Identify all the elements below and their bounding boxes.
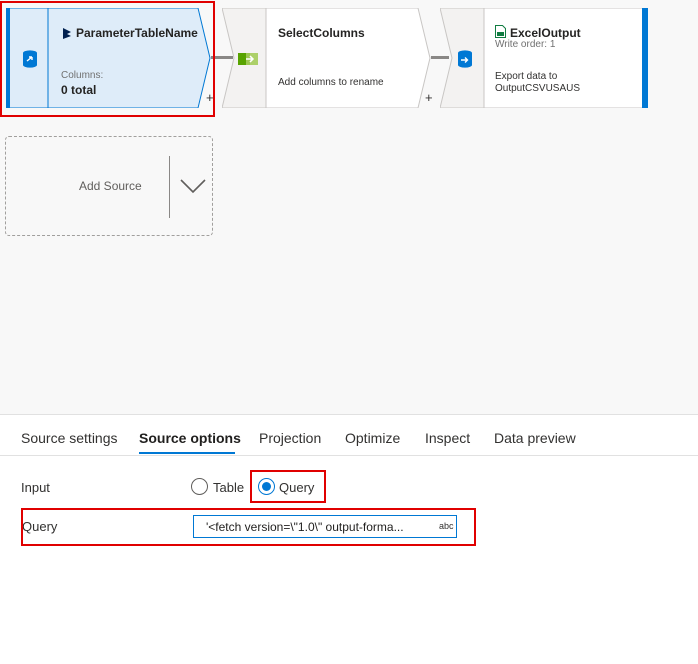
select-node-title: SelectColumns xyxy=(278,26,365,40)
sink-description-line1: Export data to xyxy=(495,71,558,82)
excel-output-node[interactable]: ExcelOutput Write order: 1 Export data t… xyxy=(440,8,652,108)
tab-source-options[interactable]: Source options xyxy=(139,430,241,446)
add-source-divider xyxy=(169,156,170,218)
input-label: Input xyxy=(21,480,50,495)
chevron-down-icon[interactable] xyxy=(179,177,207,195)
sink-description-line2: OutputCSVUSAUS xyxy=(495,83,581,94)
csv-file-icon xyxy=(495,25,506,38)
tab-data-preview[interactable]: Data preview xyxy=(494,430,576,446)
select-node-description: Add columns to rename xyxy=(278,77,384,88)
highlight-query-row xyxy=(21,508,476,546)
highlight-source-node xyxy=(0,1,215,117)
select-arrow-icon xyxy=(238,53,258,65)
highlight-query-radio xyxy=(250,470,326,503)
tab-source-settings[interactable]: Source settings xyxy=(21,430,118,446)
tab-inspect[interactable]: Inspect xyxy=(425,430,470,446)
add-source-box[interactable]: Add Source xyxy=(5,136,213,236)
tab-optimize[interactable]: Optimize xyxy=(345,430,400,446)
tabs-divider xyxy=(0,455,698,456)
add-transform-plus-2[interactable]: + xyxy=(425,90,433,105)
active-tab-underline xyxy=(139,452,235,454)
radio-table[interactable] xyxy=(191,478,208,495)
select-columns-node[interactable]: SelectColumns Add columns to rename xyxy=(222,8,434,108)
sink-dataset-icon xyxy=(458,50,472,68)
add-source-label: Add Source xyxy=(79,179,142,193)
tab-projection[interactable]: Projection xyxy=(259,430,321,446)
radio-table-label[interactable]: Table xyxy=(213,480,244,495)
sink-node-title: ExcelOutput xyxy=(510,26,581,40)
write-order: Write order: 1 xyxy=(495,39,556,50)
